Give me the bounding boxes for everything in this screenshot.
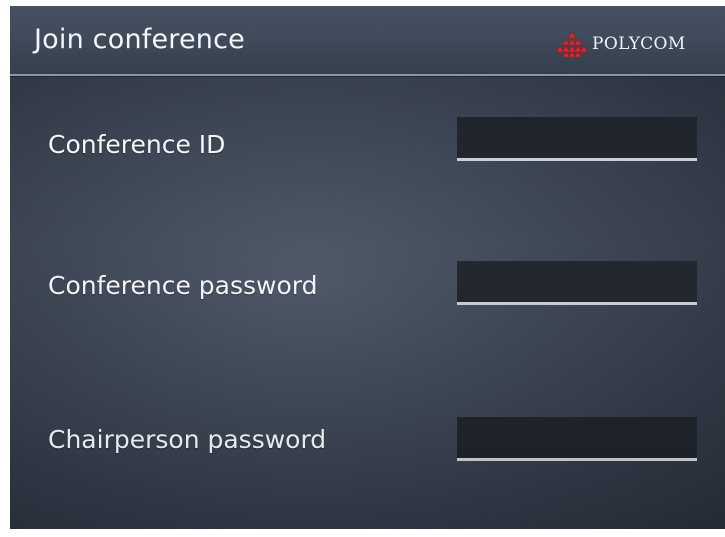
- chairperson-password-input[interactable]: [457, 417, 697, 461]
- chairperson-password-label: Chairperson password: [48, 425, 327, 454]
- polycom-logo-icon: [556, 31, 588, 57]
- conference-password-input[interactable]: [457, 261, 697, 305]
- conference-id-label: Conference ID: [48, 130, 226, 159]
- conference-id-input[interactable]: [457, 117, 697, 161]
- brand-name: POLYCOM: [592, 34, 686, 54]
- screen-title: Join conference: [34, 24, 245, 55]
- join-conference-screen: Join conference POLYCOM Conference ID Co…: [10, 6, 725, 529]
- title-bar: Join conference POLYCOM: [10, 6, 725, 76]
- conference-password-label: Conference password: [48, 271, 318, 300]
- brand: POLYCOM: [556, 30, 686, 58]
